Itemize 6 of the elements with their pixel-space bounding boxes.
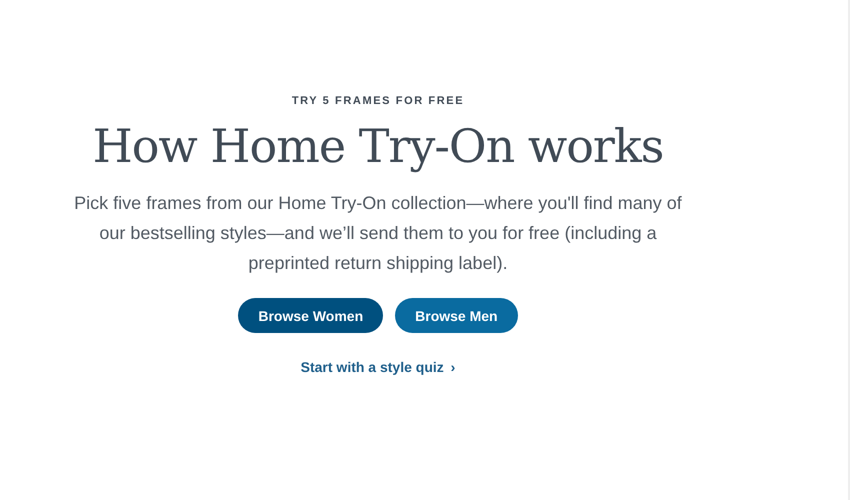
browse-button[interactable]: Browse Women bbox=[238, 298, 384, 334]
description-text: Pick five frames from our Home Try-On collection—where you'll find many of our bestselling styles—and we’ll send them to you for free (including a preprinted return shipping label). bbox=[73, 192, 683, 276]
page-heading: How Home Try-On works bbox=[92, 119, 664, 174]
eyebrow-text: TRY 5 FRAMES FOR FREE bbox=[292, 95, 464, 107]
style-quiz-link[interactable]: Start with a style quiz › bbox=[300, 359, 456, 376]
browse-button[interactable]: Browse Men bbox=[395, 298, 518, 334]
